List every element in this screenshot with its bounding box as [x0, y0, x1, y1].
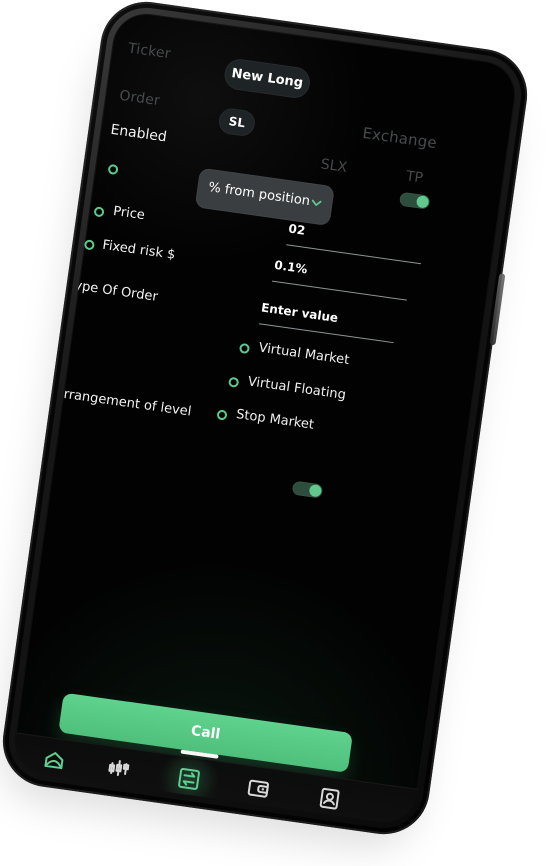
virtual-market-label: Virtual Market — [257, 340, 351, 369]
virtual-floating-label: Virtual Floating — [246, 374, 347, 403]
price-radio[interactable] — [93, 206, 105, 218]
fixed-risk-radio[interactable] — [83, 239, 96, 251]
tab-order[interactable]: Order — [118, 88, 161, 110]
rearrangement-toggle[interactable] — [291, 480, 324, 499]
rearrangement-label: Rearrangement of level — [38, 383, 193, 420]
market-icon — [108, 760, 130, 776]
enabled-label: Enabled — [109, 121, 168, 146]
phone-frame: Ticker New Long Order Exchange SL Enable… — [0, 0, 534, 841]
account-icon — [319, 787, 340, 810]
tab-ticker[interactable]: Ticker — [127, 40, 172, 62]
tab-sl[interactable]: SL — [217, 106, 257, 138]
tab-exchange[interactable]: Exchange — [361, 124, 438, 152]
side-button — [489, 273, 506, 346]
price-label: Price — [112, 203, 146, 224]
percent-from-position-radio[interactable] — [107, 163, 119, 176]
chevron-down-icon — [311, 199, 322, 206]
dropdown-value: % from position — [207, 179, 311, 210]
tp-toggle[interactable] — [398, 191, 431, 210]
fixed-risk-input[interactable]: Enter value — [258, 296, 398, 344]
virtual-market-radio[interactable] — [238, 342, 251, 355]
home-icon — [44, 752, 64, 770]
type-of-order-label: Type Of Order — [67, 277, 159, 305]
tab-tp[interactable]: TP — [405, 168, 424, 186]
device-mockup: Ticker New Long Order Exchange SL Enable… — [0, 0, 550, 866]
exchange-icon — [178, 768, 200, 790]
fixed-risk-label: Fixed risk $ — [101, 237, 177, 263]
stop-market-radio[interactable] — [216, 409, 228, 421]
nav-account[interactable]: Account — [291, 773, 367, 827]
percent-value-field[interactable]: 02 — [286, 217, 425, 265]
stop-market-label: Stop Market — [235, 407, 315, 433]
tab-new-long[interactable]: New Long — [222, 57, 313, 100]
price-value-field[interactable]: 0.1% — [272, 253, 411, 301]
percent-from-position-dropdown[interactable]: % from position — [194, 167, 335, 227]
tab-slx[interactable]: SLX — [320, 156, 348, 176]
virtual-floating-radio[interactable] — [228, 376, 240, 388]
wallet-icon — [247, 779, 269, 798]
